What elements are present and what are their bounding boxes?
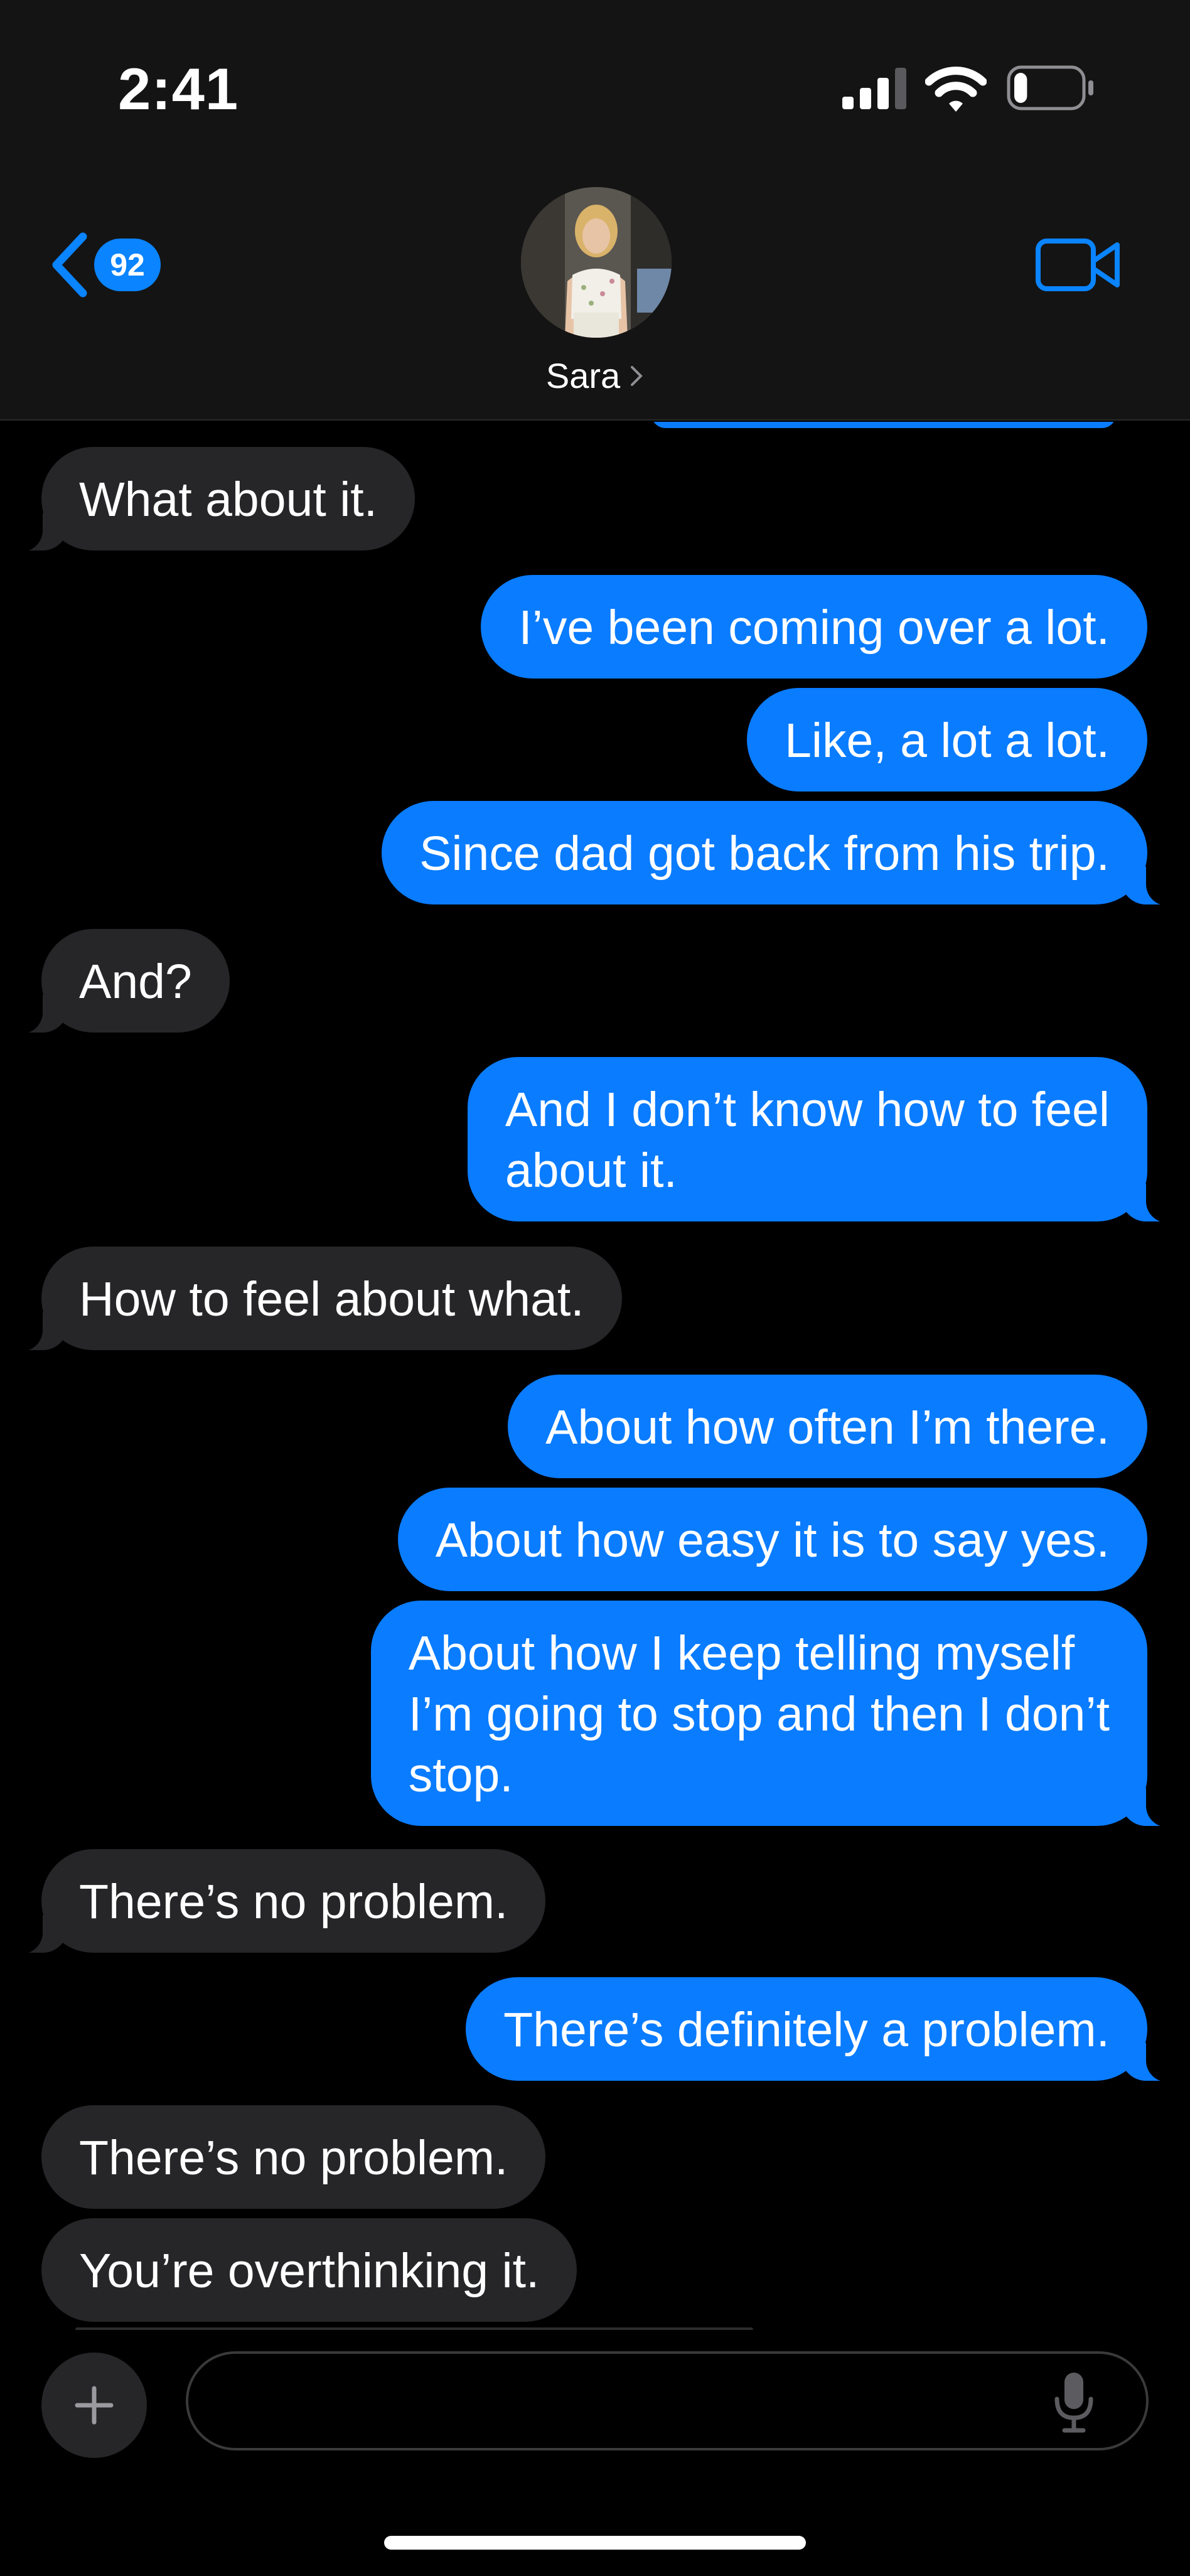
received-message-bubble[interactable]: How to feel about what. (13, 1247, 622, 1351)
add-attachment-button[interactable] (41, 2353, 147, 2458)
received-message-bubble[interactable]: You’re overthinking it. (41, 2218, 577, 2322)
cellular-signal-icon (842, 68, 906, 109)
contact-photo (521, 187, 672, 338)
unread-count-badge: 92 (94, 239, 161, 291)
video-camera-icon[interactable] (1036, 236, 1122, 294)
received-message-bubble[interactable]: And? (13, 929, 230, 1034)
message-composer (0, 2335, 1190, 2461)
sent-message-bubble[interactable]: There’s definitely a problem. (466, 1977, 1176, 2082)
messages-screen: 2:41 92 Sara What about it. I’ve been co… (0, 0, 1190, 2576)
sent-message-bubble[interactable]: Like, a lot a lot. (747, 688, 1147, 792)
sent-message-bubble[interactable]: And I don’t know how to feel about it. (467, 1057, 1177, 1223)
message-thread[interactable]: What about it. I’ve been coming over a l… (0, 422, 1190, 2330)
status-time: 2:41 (118, 56, 239, 122)
microphone-icon[interactable] (1052, 2371, 1096, 2434)
sent-message-bubble[interactable]: I’ve been coming over a lot. (481, 575, 1147, 679)
received-message-bubble[interactable]: There’s no problem. (41, 2105, 546, 2209)
sent-message-bubble[interactable]: About how easy it is to say yes. (397, 1488, 1147, 1591)
chevron-left-icon (52, 232, 87, 298)
contact-avatar[interactable] (521, 187, 672, 338)
home-indicator[interactable] (384, 2536, 806, 2550)
plus-icon (75, 2386, 114, 2425)
contact-name-button[interactable]: Sara (0, 355, 1190, 396)
received-message-bubble[interactable]: There’s no problem. (12, 1849, 546, 1954)
sent-message-bubble[interactable]: About how I keep telling myself I’m goin… (370, 1601, 1177, 1827)
sent-message-bubble[interactable]: Since dad got back from his trip. (382, 801, 1176, 906)
received-message-bubble[interactable]: What about it. (12, 447, 415, 552)
wifi-icon (925, 67, 987, 112)
next-message-edge (75, 2327, 753, 2330)
contact-name: Sara (545, 356, 621, 395)
battery-low-icon (1007, 65, 1093, 110)
previous-message-edge (651, 422, 1116, 428)
conversation-header: 2:41 92 Sara (0, 0, 1190, 421)
sent-message-bubble[interactable]: About how often I’m there. (508, 1375, 1147, 1478)
message-input[interactable] (186, 2351, 1149, 2450)
chevron-right-icon (631, 365, 643, 386)
back-button[interactable]: 92 (48, 227, 173, 303)
